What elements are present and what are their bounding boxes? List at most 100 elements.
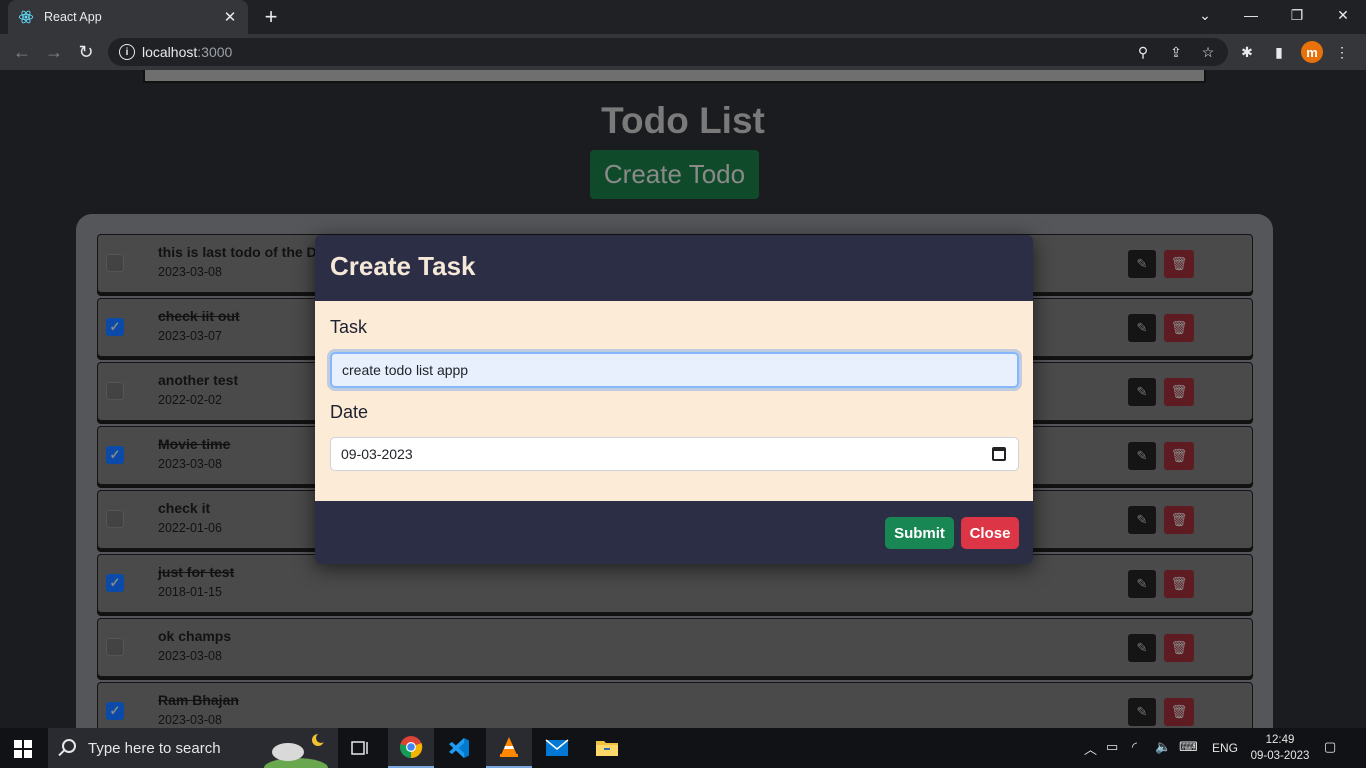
trash-icon[interactable]: 🗑 bbox=[1164, 378, 1194, 406]
show-hidden-icons[interactable]: ︿ bbox=[1084, 739, 1097, 758]
todo-checkbox[interactable] bbox=[106, 382, 124, 400]
todo-checkbox[interactable]: ✓ bbox=[106, 574, 124, 592]
modal-header: Create Task bbox=[315, 235, 1033, 301]
todo-text: Movie time bbox=[158, 436, 231, 452]
keyboard-icon[interactable]: ⌨ bbox=[1179, 739, 1198, 755]
clock-time: 12:49 bbox=[1265, 734, 1295, 746]
todo-checkbox[interactable]: ✓ bbox=[106, 702, 124, 720]
todo-date: 2023-03-08 bbox=[158, 457, 222, 471]
edit-icon[interactable]: ✎ bbox=[1128, 250, 1156, 278]
new-tab-button[interactable]: + bbox=[260, 6, 282, 28]
profile-avatar[interactable]: m bbox=[1301, 41, 1323, 63]
extensions-icon[interactable]: ✱ bbox=[1238, 43, 1256, 61]
close-window-button[interactable]: ✕ bbox=[1320, 0, 1366, 30]
site-info-icon[interactable]: i bbox=[119, 44, 135, 60]
side-panel-icon[interactable]: ▮ bbox=[1270, 43, 1288, 61]
todo-checkbox[interactable]: ✓ bbox=[106, 318, 124, 336]
todo-date: 2023-03-08 bbox=[158, 713, 222, 727]
task-input[interactable] bbox=[330, 352, 1019, 388]
taskbar-search[interactable]: Type here to search bbox=[48, 728, 338, 768]
search-highlight-icon bbox=[264, 733, 328, 768]
vscode-taskbar-icon[interactable] bbox=[436, 728, 482, 768]
edit-icon[interactable]: ✎ bbox=[1128, 570, 1156, 598]
trash-icon[interactable]: 🗑 bbox=[1164, 634, 1194, 662]
search-icon bbox=[62, 739, 76, 753]
wifi-icon[interactable]: ◜ bbox=[1132, 739, 1137, 755]
modal-footer: Submit Close bbox=[315, 501, 1033, 564]
todo-checkbox[interactable]: ✓ bbox=[106, 446, 124, 464]
zoom-icon[interactable]: ⚲ bbox=[1134, 43, 1152, 61]
todo-date: 2018-01-15 bbox=[158, 585, 222, 599]
trash-icon[interactable]: 🗑 bbox=[1164, 250, 1194, 278]
search-placeholder: Type here to search bbox=[88, 739, 221, 757]
edit-icon[interactable]: ✎ bbox=[1128, 378, 1156, 406]
edit-icon[interactable]: ✎ bbox=[1128, 442, 1156, 470]
browser-tab[interactable]: React App ✕ bbox=[8, 0, 248, 34]
browser-toolbar: ← → ↻ i localhost:3000 ⚲ ⇪ ☆ ✱ ▮ ⋮ bbox=[0, 34, 1366, 70]
edit-icon[interactable]: ✎ bbox=[1128, 314, 1156, 342]
address-bar[interactable]: i localhost:3000 bbox=[108, 38, 1228, 66]
todo-checkbox[interactable] bbox=[106, 510, 124, 528]
menu-icon[interactable]: ⋮ bbox=[1333, 43, 1351, 61]
forward-icon[interactable]: → bbox=[42, 40, 66, 64]
todo-text: just for test bbox=[158, 564, 235, 580]
reload-icon[interactable]: ↻ bbox=[74, 40, 98, 64]
restore-button[interactable]: ❐ bbox=[1274, 0, 1320, 30]
tab-title: React App bbox=[44, 10, 102, 24]
todo-date: 2022-02-02 bbox=[158, 393, 222, 407]
todo-text: another test bbox=[158, 372, 239, 388]
todo-text: Ram Bhajan bbox=[158, 692, 239, 708]
todo-text: check it bbox=[158, 500, 211, 516]
task-label: Task bbox=[330, 317, 368, 337]
edit-icon[interactable]: ✎ bbox=[1128, 506, 1156, 534]
trash-icon[interactable]: 🗑 bbox=[1164, 506, 1194, 534]
create-todo-button[interactable]: Create Todo bbox=[590, 150, 759, 199]
windows-start-icon[interactable] bbox=[14, 740, 32, 758]
todo-date: 2022-01-06 bbox=[158, 521, 222, 535]
react-icon bbox=[18, 10, 34, 24]
trash-icon[interactable]: 🗑 bbox=[1164, 570, 1194, 598]
todo-checkbox[interactable] bbox=[106, 638, 124, 656]
todo-date: 2023-03-08 bbox=[158, 265, 222, 279]
page-title: Todo List bbox=[601, 100, 765, 141]
date-label: Date bbox=[330, 402, 369, 422]
todo-item: ok champs 2023-03-08 ✎ 🗑 bbox=[97, 618, 1253, 677]
modal-body: Task Date 09-03-2023 bbox=[315, 301, 1033, 501]
modal-title: Create Task bbox=[330, 251, 476, 281]
share-icon[interactable]: ⇪ bbox=[1167, 43, 1185, 61]
tab-close-icon[interactable]: ✕ bbox=[222, 8, 238, 26]
submit-button[interactable]: Submit bbox=[885, 517, 954, 549]
close-button[interactable]: Close bbox=[961, 517, 1019, 549]
todo-date: 2023-03-07 bbox=[158, 329, 222, 343]
header-strip bbox=[143, 70, 1206, 83]
todo-date: 2023-03-08 bbox=[158, 649, 222, 663]
trash-icon[interactable]: 🗑 bbox=[1164, 442, 1194, 470]
edit-icon[interactable]: ✎ bbox=[1128, 634, 1156, 662]
volume-icon[interactable]: 🔈 bbox=[1155, 739, 1171, 755]
task-view-icon[interactable] bbox=[338, 728, 384, 768]
tab-search-icon[interactable]: ⌄ bbox=[1182, 0, 1228, 30]
todo-text: ok champs bbox=[158, 628, 232, 644]
bookmark-star-icon[interactable]: ☆ bbox=[1199, 43, 1217, 61]
date-input[interactable]: 09-03-2023 bbox=[330, 437, 1019, 471]
edit-icon[interactable]: ✎ bbox=[1128, 698, 1156, 726]
system-clock[interactable]: 12:49 09-03-2023 bbox=[1250, 732, 1310, 764]
minimize-button[interactable]: — bbox=[1228, 0, 1274, 30]
language-indicator[interactable]: ENG bbox=[1212, 741, 1238, 755]
chrome-taskbar-icon[interactable] bbox=[388, 728, 434, 768]
trash-icon[interactable]: 🗑 bbox=[1164, 698, 1194, 726]
battery-icon[interactable]: ▭ bbox=[1106, 739, 1118, 755]
date-value: 09-03-2023 bbox=[341, 446, 413, 462]
file-explorer-taskbar-icon[interactable] bbox=[584, 728, 630, 768]
mail-taskbar-icon[interactable] bbox=[534, 728, 580, 768]
notifications-icon[interactable]: ▢ bbox=[1324, 739, 1336, 755]
vlc-taskbar-icon[interactable] bbox=[486, 728, 532, 768]
back-icon[interactable]: ← bbox=[10, 40, 34, 64]
clock-date: 09-03-2023 bbox=[1250, 750, 1310, 762]
todo-item: ✓ Ram Bhajan 2023-03-08 ✎ 🗑 bbox=[97, 682, 1253, 728]
todo-checkbox[interactable] bbox=[106, 254, 124, 272]
trash-icon[interactable]: 🗑 bbox=[1164, 314, 1194, 342]
create-task-modal: Create Task Task Date 09-03-2023 Submit … bbox=[315, 235, 1033, 564]
calendar-icon[interactable] bbox=[992, 447, 1006, 461]
url-host: localhost bbox=[142, 44, 198, 60]
